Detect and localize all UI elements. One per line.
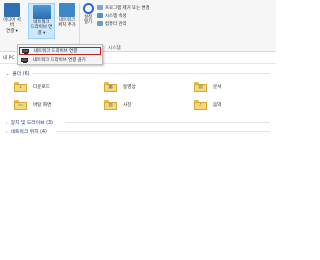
- pictures-folder-icon: ▨: [104, 100, 117, 110]
- add-network-location-label: 네트워크 위치 추가: [58, 18, 76, 29]
- group-divider: [79, 3, 80, 47]
- map-network-drive-button[interactable]: 네트워크 드라이브 연결 ▾: [28, 3, 55, 40]
- programs-icon: [97, 5, 103, 10]
- folder-label: 다운로드: [33, 85, 50, 90]
- section-folders[interactable]: ⌄ 폴더 (6): [6, 70, 30, 77]
- folder-item[interactable]: ▭ 바탕 화면: [14, 100, 51, 110]
- section-title: 폴더 (6): [12, 72, 30, 77]
- section-divider: [32, 73, 270, 74]
- menu-item-map-network-drive[interactable]: 네트워크 드라이브 연결: [19, 47, 101, 55]
- network-location-icon: [59, 3, 75, 17]
- section-divider: [56, 131, 270, 132]
- system-group-label: 시스템: [108, 46, 121, 51]
- videos-folder-icon: ▦: [104, 82, 117, 92]
- network-drive-icon: [22, 49, 29, 54]
- chevron-right-icon[interactable]: ›: [6, 120, 8, 125]
- documents-folder-icon: ▤: [194, 82, 207, 92]
- system-properties-label: 시스템 속성: [105, 13, 127, 19]
- network-drive-icon: [21, 58, 28, 63]
- folder-item[interactable]: ♪ 음악: [194, 100, 221, 110]
- desktop-folder-icon: ▭: [14, 100, 27, 110]
- computer-management-button[interactable]: 컴퓨터 관리: [97, 20, 127, 27]
- folder-label: 동영상: [123, 85, 136, 90]
- folder-label: 음악: [213, 103, 222, 108]
- uninstall-program-label: 프로그램 제거 또는 변경: [105, 5, 150, 11]
- network-drive-dropdown: 네트워크 드라이브 연결 네트워크 드라이브 연결 끊기: [17, 44, 103, 65]
- menu-item-disconnect-network-drive[interactable]: 네트워크 드라이브 연결 끊기: [19, 56, 101, 64]
- chevron-right-icon[interactable]: ›: [6, 129, 8, 134]
- menu-item-label: 네트워크 드라이브 연결: [34, 49, 78, 54]
- computer-management-icon: [97, 21, 103, 26]
- folder-label: 문서: [213, 85, 222, 90]
- menu-item-label: 네트워크 드라이브 연결 끊기: [33, 58, 86, 63]
- folder-item[interactable]: ↓ 다운로드: [14, 82, 50, 92]
- section-network-locations[interactable]: › 네트워크 위치 (4): [6, 128, 47, 135]
- map-media-server-button[interactable]: 미디어 서버 연결 ▾: [2, 3, 22, 34]
- system-properties-button[interactable]: 시스템 속성: [97, 12, 127, 19]
- folder-item[interactable]: ▨ 사진: [104, 100, 131, 110]
- music-folder-icon: ♪: [194, 100, 207, 110]
- folder-item[interactable]: ▦ 동영상: [104, 82, 136, 92]
- section-divider: [65, 122, 270, 123]
- network-drive-icon: [32, 5, 51, 19]
- checkmark-icon: [97, 13, 103, 18]
- add-network-location-button[interactable]: 네트워크 위치 추가: [56, 3, 78, 29]
- open-settings-button[interactable]: 설정 열기: [81, 3, 95, 26]
- chevron-down-icon[interactable]: ⌄: [6, 71, 9, 76]
- folder-label: 사진: [123, 103, 132, 108]
- section-title: 네트워크 위치 (4): [10, 130, 47, 135]
- section-devices-drives[interactable]: › 장치 및 드라이브 (3): [6, 119, 53, 126]
- uninstall-program-button[interactable]: 프로그램 제거 또는 변경: [97, 4, 150, 11]
- section-title: 장치 및 드라이브 (3): [10, 121, 53, 126]
- media-server-icon: [4, 3, 20, 17]
- map-media-server-label: 미디어 서버 연결 ▾: [3, 18, 21, 34]
- folder-label: 바탕 화면: [33, 103, 52, 108]
- map-network-drive-label: 네트워크 드라이브 연결 ▾: [30, 20, 53, 36]
- folder-item[interactable]: ▤ 문서: [194, 82, 221, 92]
- gear-icon: [82, 3, 94, 14]
- computer-management-label: 컴퓨터 관리: [105, 21, 127, 27]
- address-path[interactable]: 내 PC: [3, 55, 15, 61]
- download-folder-icon: ↓: [14, 82, 27, 92]
- open-settings-label: 설정 열기: [83, 15, 93, 26]
